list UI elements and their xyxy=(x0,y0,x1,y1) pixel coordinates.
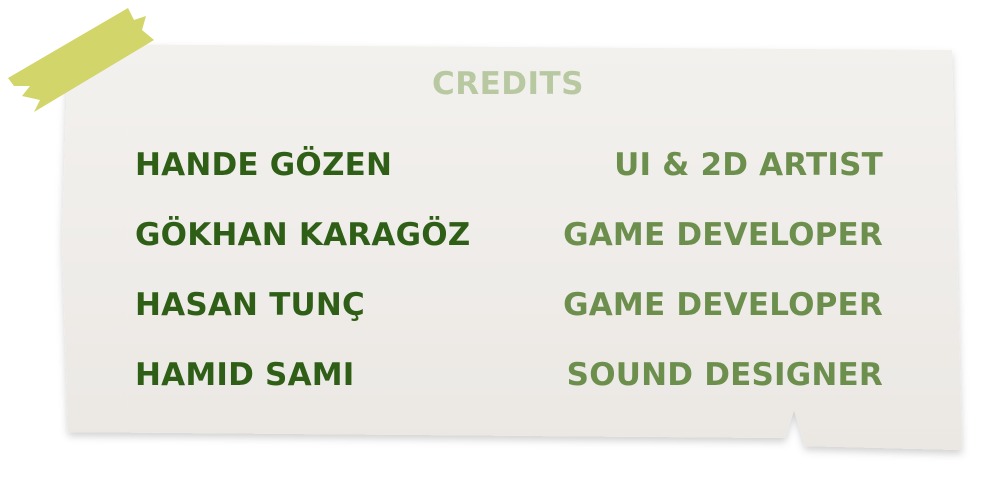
credit-row: GÖKHAN KARAGÖZ GAME DEVELOPER xyxy=(135,200,883,270)
credit-name: HANDE GÖZEN xyxy=(135,147,393,183)
credit-name: GÖKHAN KARAGÖZ xyxy=(135,217,471,253)
credit-row: HAMID SAMI SOUND DESIGNER xyxy=(135,340,883,410)
credits-title: CREDITS xyxy=(431,66,585,102)
credit-role: GAME DEVELOPER xyxy=(563,217,883,253)
credit-row: HASAN TUNÇ GAME DEVELOPER xyxy=(135,270,883,340)
credit-row: HANDE GÖZEN UI & 2D ARTIST xyxy=(135,130,883,200)
credit-role: GAME DEVELOPER xyxy=(563,287,883,323)
credit-role: UI & 2D ARTIST xyxy=(614,147,883,183)
credit-name: HAMID SAMI xyxy=(135,357,355,393)
credit-role: SOUND DESIGNER xyxy=(566,357,883,393)
credit-name: HASAN TUNÇ xyxy=(135,287,366,323)
credits-list: HANDE GÖZEN UI & 2D ARTIST GÖKHAN KARAGÖ… xyxy=(135,130,883,410)
